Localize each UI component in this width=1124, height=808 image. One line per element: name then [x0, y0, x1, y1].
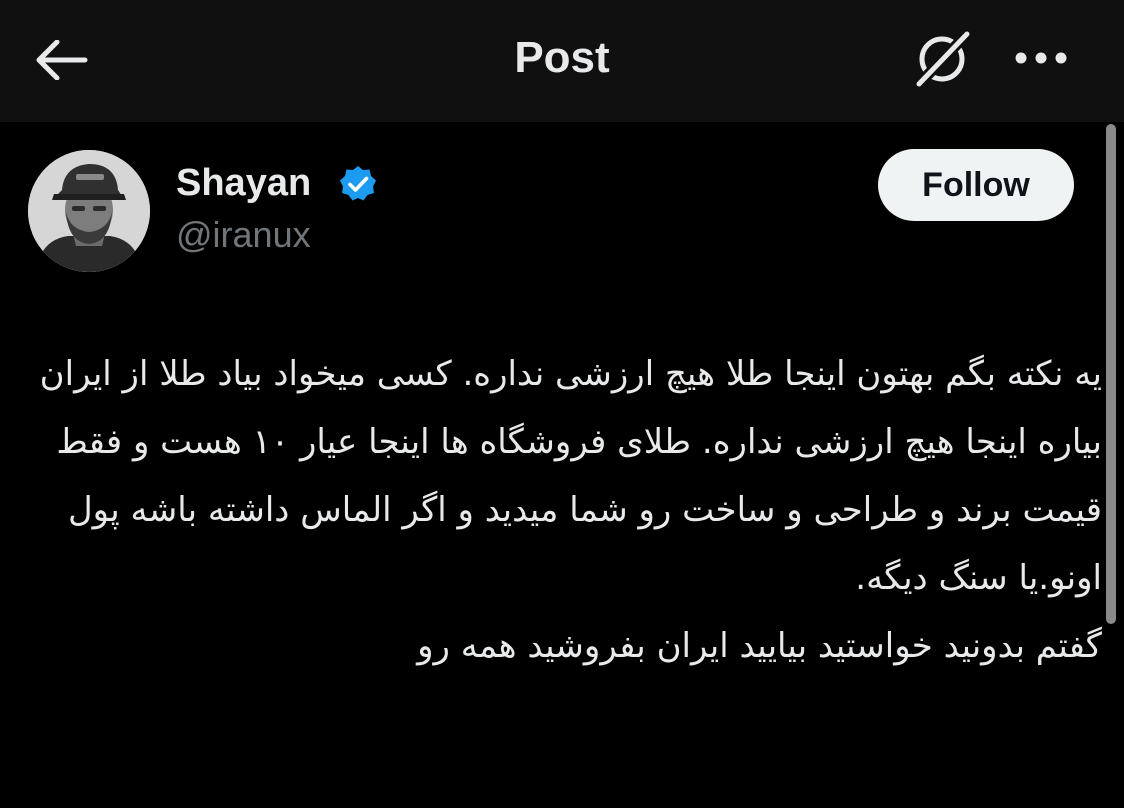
- top-bar: Post: [0, 0, 1124, 122]
- more-horizontal-icon: [1015, 52, 1067, 64]
- avatar-photo: [28, 150, 150, 272]
- arrow-left-icon: [36, 40, 88, 80]
- grok-button[interactable]: [906, 26, 978, 92]
- author-handle[interactable]: @iranux: [176, 212, 311, 258]
- tweet-text: یه نکته بگم بهتون اینجا طلا هیچ ارزشی ند…: [30, 340, 1102, 680]
- back-button[interactable]: [28, 30, 94, 90]
- tweet-paragraph: یه نکته بگم بهتون اینجا طلا هیچ ارزشی ند…: [39, 354, 1102, 598]
- author-name[interactable]: Shayan: [176, 160, 311, 206]
- grok-icon: [913, 28, 973, 90]
- tweet-paragraph: گفتم بدونید خواستید بیایید ایران بفروشید…: [417, 626, 1102, 666]
- follow-button[interactable]: Follow: [878, 149, 1074, 221]
- verified-badge-icon: [340, 166, 376, 201]
- avatar[interactable]: [28, 150, 150, 272]
- more-options-button[interactable]: [1006, 30, 1076, 86]
- scrollbar[interactable]: [1106, 124, 1116, 624]
- page-title: Post: [514, 33, 610, 82]
